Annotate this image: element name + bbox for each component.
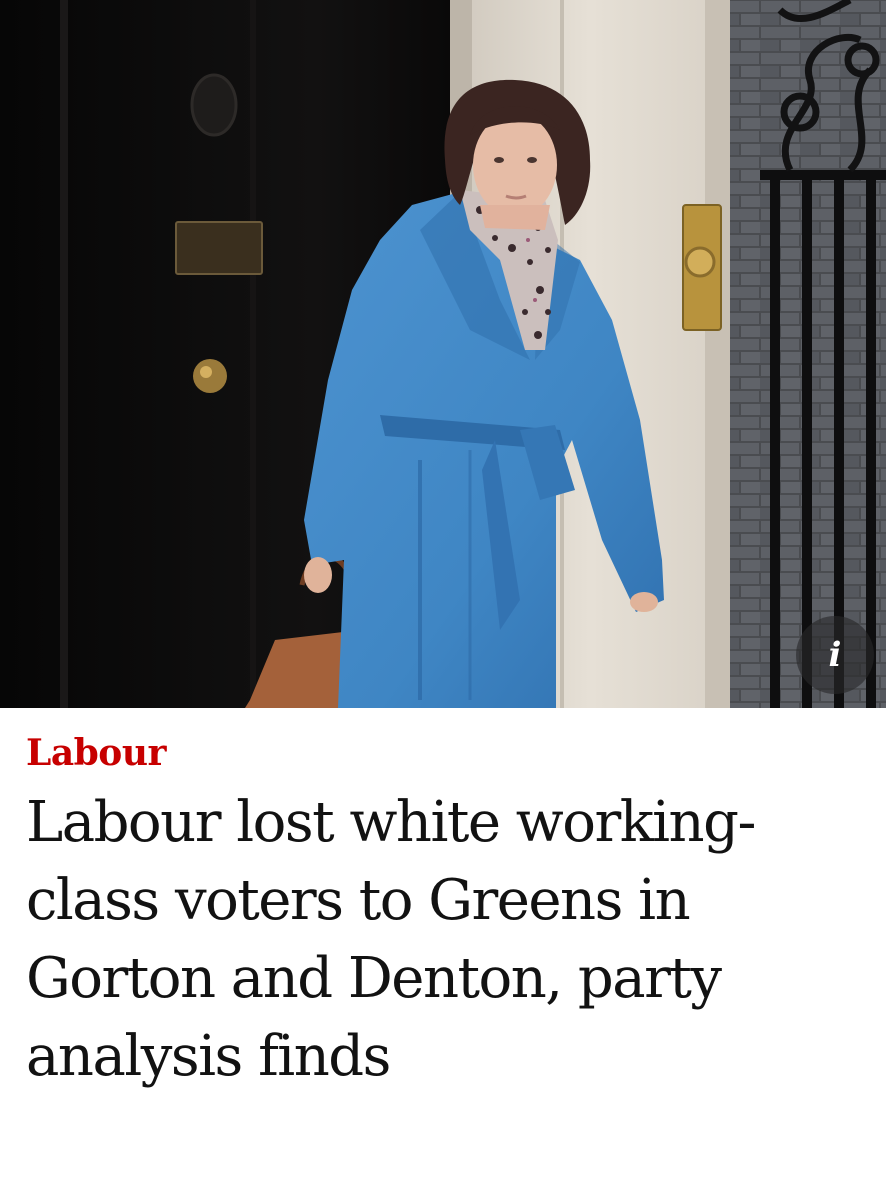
info-icon: i [828, 635, 842, 675]
hero-photo-illustration [0, 0, 886, 708]
article-header: Labour Labour lost white working-class v… [26, 730, 866, 1096]
hero-photo [0, 0, 886, 708]
section-kicker-link[interactable]: Labour [26, 730, 866, 776]
image-info-button[interactable]: i [796, 616, 874, 694]
article-headline: Labour lost white working-class voters t… [26, 790, 756, 1089]
